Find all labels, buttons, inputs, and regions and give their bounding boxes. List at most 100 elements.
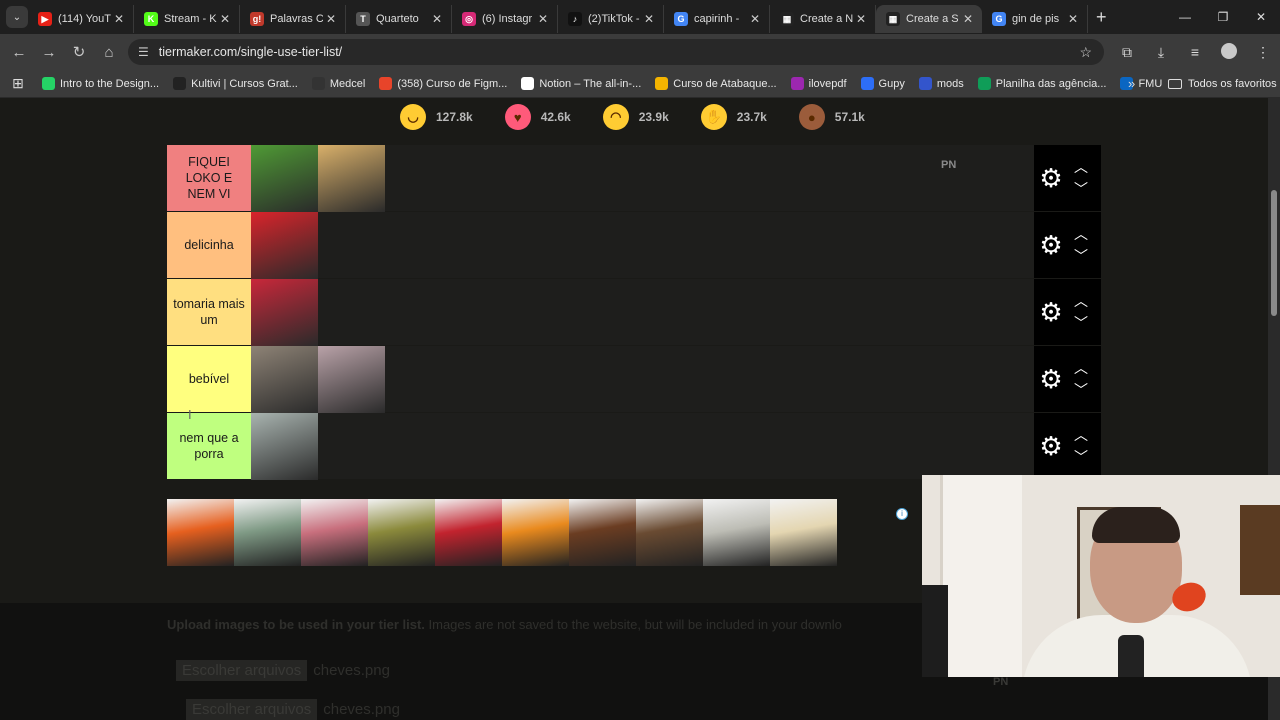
pool-item-image[interactable] <box>368 499 435 566</box>
reaction-button[interactable]: ● 57.1k <box>798 104 865 130</box>
tier-item-image[interactable] <box>251 212 318 279</box>
reaction-button[interactable]: ♥ 42.6k <box>504 104 571 130</box>
tier-drop-zone[interactable] <box>251 212 1034 279</box>
gear-icon[interactable]: ⚙ <box>1038 366 1064 392</box>
chevron-up-icon[interactable]: ︿ <box>1074 290 1088 312</box>
tab-close-icon[interactable]: ✕ <box>747 12 763 26</box>
tier-drop-zone[interactable] <box>251 279 1034 346</box>
new-tab-button[interactable]: + <box>1096 7 1107 28</box>
reaction-button[interactable]: ◡ 127.8k <box>400 104 473 130</box>
tab-search-icon[interactable]: ⌄ <box>6 6 28 28</box>
tab-close-icon[interactable]: ✕ <box>429 12 445 26</box>
tab-close-icon[interactable]: ✕ <box>960 12 976 26</box>
back-icon[interactable]: ← <box>4 44 34 61</box>
chevron-down-icon[interactable]: ﹀ <box>1074 312 1088 334</box>
choose-files-button[interactable]: Escolher arquivos <box>176 659 308 681</box>
chevron-down-icon[interactable]: ﹀ <box>1074 245 1088 267</box>
tier-label[interactable]: bebível <box>167 346 251 412</box>
restore-icon[interactable]: ❐ <box>1204 0 1242 34</box>
browser-tab[interactable]: ◎ (6) Instagr ✕ <box>452 5 558 33</box>
tab-close-icon[interactable]: ✕ <box>1065 12 1081 26</box>
pool-item-image[interactable] <box>502 499 569 566</box>
pool-item-image[interactable] <box>770 499 837 566</box>
bookmark-item[interactable]: FMU <box>1120 77 1162 90</box>
browser-tab[interactable]: G gin de pis ✕ <box>982 5 1088 33</box>
pool-item-image[interactable] <box>435 499 502 566</box>
bookmark-item[interactable]: (358) Curso de Figm... <box>379 77 507 90</box>
tab-close-icon[interactable]: ✕ <box>111 12 127 26</box>
tier-label[interactable]: FIQUEI LOKO E NEM VI <box>167 145 251 211</box>
tier-item-image[interactable] <box>318 145 385 212</box>
tab-close-icon[interactable]: ✕ <box>641 12 657 26</box>
gear-icon[interactable]: ⚙ <box>1038 433 1064 459</box>
bookmark-item[interactable]: ilovepdf <box>790 77 847 90</box>
ad-info-icon[interactable]: i <box>896 508 908 520</box>
tab-close-icon[interactable]: ✕ <box>323 12 339 26</box>
address-bar[interactable]: ☰ tiermaker.com/single-use-tier-list/ ☆ <box>128 39 1104 65</box>
chevron-up-icon[interactable]: ︿ <box>1074 156 1088 178</box>
browser-tab[interactable]: ▦ Create a S ✕ <box>876 5 982 33</box>
browser-tab[interactable]: G capirinh - ✕ <box>664 5 770 33</box>
forward-icon[interactable]: → <box>34 44 64 61</box>
tab-close-icon[interactable]: ✕ <box>853 12 869 26</box>
reload-icon[interactable]: ↻ <box>64 43 94 61</box>
reaction-button[interactable]: ◠ 23.9k <box>602 104 669 130</box>
tier-drop-zone[interactable]: PN <box>251 145 1034 212</box>
browser-tab[interactable]: g! Palavras C ✕ <box>240 5 346 33</box>
chevron-up-icon[interactable]: ︿ <box>1074 357 1088 379</box>
pool-item-image[interactable] <box>636 499 703 566</box>
bookmarks-overflow-icon[interactable]: » <box>1128 76 1135 91</box>
chevron-up-icon[interactable]: ︿ <box>1074 424 1088 446</box>
bookmark-item[interactable]: mods <box>918 77 964 90</box>
choose-files-button-2[interactable]: Escolher arquivos <box>186 698 318 720</box>
tier-item-image[interactable] <box>318 346 385 413</box>
browser-tab[interactable]: T Quarteto ✕ <box>346 5 452 33</box>
bookmark-item[interactable]: Intro to the Design... <box>42 77 159 90</box>
tier-drop-zone[interactable] <box>251 346 1034 413</box>
pool-item-image[interactable] <box>569 499 636 566</box>
bookmark-item[interactable]: Notion – The all-in-... <box>521 77 641 90</box>
reaction-button[interactable]: ✋ 23.7k <box>700 104 767 130</box>
close-window-icon[interactable]: ✕ <box>1242 0 1280 34</box>
pool-item-image[interactable] <box>167 499 234 566</box>
all-bookmarks-button[interactable]: Todos os favoritos <box>1168 78 1277 90</box>
chevron-down-icon[interactable]: ﹀ <box>1074 178 1088 200</box>
tier-item-image[interactable] <box>251 145 318 212</box>
download-icon[interactable]: ⤓ <box>1144 44 1178 61</box>
tier-item-image[interactable] <box>251 346 318 413</box>
bookmark-item[interactable]: Kultivi | Cursos Grat... <box>173 77 298 90</box>
tier-drop-zone[interactable] <box>251 413 1034 480</box>
gear-icon[interactable]: ⚙ <box>1038 165 1064 191</box>
tier-label[interactable]: delicinha <box>167 212 251 278</box>
browser-tab[interactable]: ▦ Create a N ✕ <box>770 5 876 33</box>
tier-item-image[interactable] <box>251 279 318 346</box>
browser-tab[interactable]: ▶ (114) YouT ✕ <box>28 5 134 33</box>
gear-icon[interactable]: ⚙ <box>1038 299 1064 325</box>
browser-tab[interactable]: ♪ (2)TikTok - ✕ <box>558 5 664 33</box>
chevron-down-icon[interactable]: ﹀ <box>1074 446 1088 468</box>
browser-tab[interactable]: K Stream - K ✕ <box>134 5 240 33</box>
media-control-icon[interactable]: ≡ <box>1178 44 1212 60</box>
tab-close-icon[interactable]: ✕ <box>535 12 551 26</box>
chevron-up-icon[interactable]: ︿ <box>1074 223 1088 245</box>
bookmark-item[interactable]: Curso de Atabaque... <box>655 77 777 90</box>
pool-item-image[interactable] <box>703 499 770 566</box>
bookmark-star-icon[interactable]: ☆ <box>1079 44 1092 61</box>
chevron-down-icon[interactable]: ﹀ <box>1074 379 1088 401</box>
tier-label[interactable]: nem que a porra <box>167 413 251 479</box>
bookmark-item[interactable]: Gupy <box>860 77 905 90</box>
apps-grid-icon[interactable]: ⊞ <box>0 75 36 92</box>
extensions-icon[interactable]: ⧉ <box>1110 44 1144 61</box>
gear-icon[interactable]: ⚙ <box>1038 232 1064 258</box>
profile-avatar[interactable] <box>1212 42 1246 62</box>
home-icon[interactable]: ⌂ <box>94 44 124 61</box>
scrollbar-thumb[interactable] <box>1271 190 1277 316</box>
pool-item-image[interactable] <box>234 499 301 566</box>
pool-item-image[interactable] <box>301 499 368 566</box>
bookmark-item[interactable]: Planilha das agência... <box>977 77 1106 90</box>
menu-kebab-icon[interactable]: ⋮ <box>1246 44 1280 61</box>
tier-label[interactable]: tomaria mais um <box>167 279 251 345</box>
tier-item-image[interactable] <box>251 413 318 480</box>
tab-close-icon[interactable]: ✕ <box>217 12 233 26</box>
site-info-icon[interactable]: ☰ <box>138 45 149 59</box>
